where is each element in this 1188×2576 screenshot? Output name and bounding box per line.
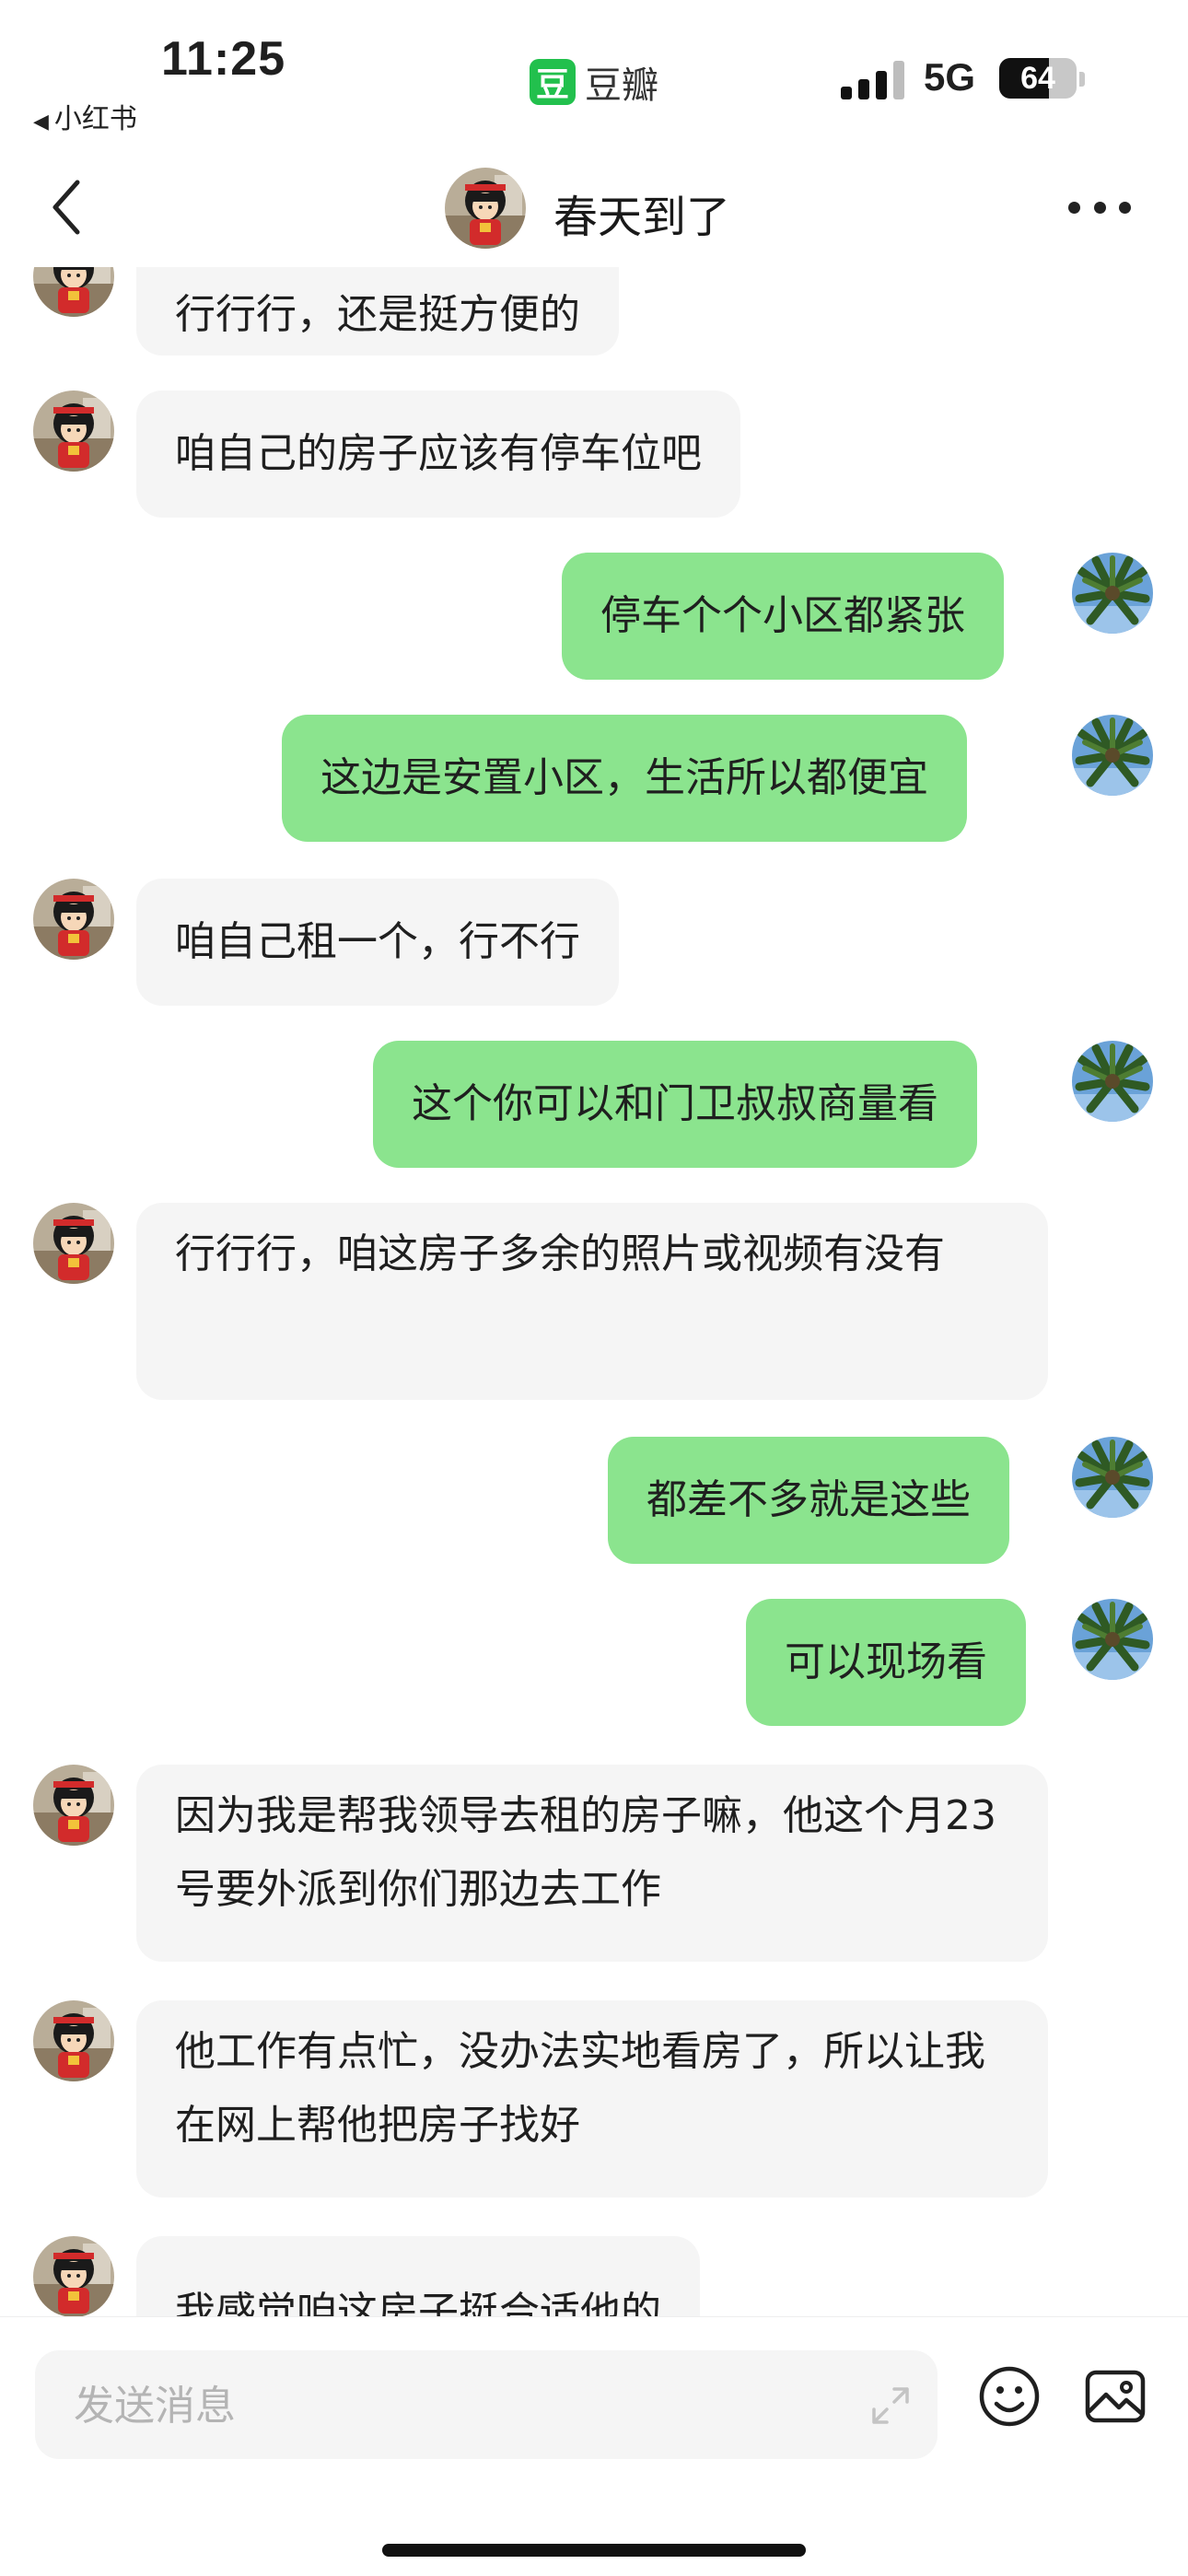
incoming-message-bubble[interactable]: 行行行，还是挺方便的 bbox=[136, 267, 619, 356]
image-picker-icon[interactable] bbox=[1082, 2363, 1148, 2430]
network-type: 5G bbox=[924, 55, 976, 99]
chat-header: 春天到了 bbox=[0, 138, 1188, 276]
contact-avatar[interactable] bbox=[33, 1203, 114, 1284]
more-options-button[interactable] bbox=[1068, 193, 1131, 221]
incoming-message-bubble[interactable]: 咱自己的房子应该有停车位吧 bbox=[136, 390, 740, 518]
douban-app-indicator: 豆 豆瓣 bbox=[530, 55, 658, 109]
contact-avatar[interactable] bbox=[33, 879, 114, 960]
incoming-message-bubble[interactable]: 因为我是帮我领导去租的房子嘛，他这个月23号要外派到你们那边去工作 bbox=[136, 1765, 1048, 1962]
chevron-left-icon bbox=[52, 180, 80, 235]
contact-avatar[interactable] bbox=[33, 390, 114, 472]
outgoing-message-bubble[interactable]: 可以现场看 bbox=[746, 1599, 1026, 1726]
message-list[interactable]: 行行行，还是挺方便的 咱自己的房子应该有停车位吧 停车个个小区都紧张 这边是安置… bbox=[0, 267, 1188, 2316]
incoming-message-bubble[interactable]: 行行行，咱这房子多余的照片或视频有没有 bbox=[136, 1203, 1048, 1400]
back-button[interactable] bbox=[42, 173, 98, 241]
incoming-message-bubble[interactable]: 我感觉咱这房子挺合适他的 bbox=[136, 2236, 700, 2316]
my-avatar[interactable] bbox=[1072, 715, 1153, 796]
my-avatar[interactable] bbox=[1072, 1437, 1153, 1518]
emoji-icon[interactable] bbox=[976, 2363, 1042, 2430]
contact-name[interactable]: 春天到了 bbox=[553, 181, 730, 245]
status-time: 11:25 bbox=[161, 32, 286, 86]
my-avatar[interactable] bbox=[1072, 1599, 1153, 1680]
my-avatar[interactable] bbox=[1072, 553, 1153, 634]
contact-avatar[interactable] bbox=[445, 168, 526, 249]
outgoing-message-bubble[interactable]: 停车个个小区都紧张 bbox=[562, 553, 1004, 680]
app-name: 豆瓣 bbox=[585, 64, 658, 107]
outgoing-message-bubble[interactable]: 都差不多就是这些 bbox=[608, 1437, 1009, 1564]
contact-avatar[interactable] bbox=[33, 2000, 114, 2081]
expand-icon[interactable] bbox=[868, 2384, 913, 2428]
cellular-signal-icon bbox=[841, 61, 907, 99]
more-dots-icon bbox=[1068, 201, 1080, 214]
incoming-message-bubble[interactable]: 咱自己租一个，行不行 bbox=[136, 879, 619, 1006]
contact-avatar[interactable] bbox=[33, 267, 114, 317]
back-app-label: 小红书 bbox=[53, 103, 137, 135]
outgoing-message-bubble[interactable]: 这个你可以和门卫叔叔商量看 bbox=[373, 1041, 977, 1168]
message-input[interactable] bbox=[72, 2350, 831, 2461]
back-to-app-link[interactable]: ◀ 小红书 bbox=[33, 96, 137, 136]
battery-level: 64 bbox=[1020, 61, 1055, 96]
my-avatar[interactable] bbox=[1072, 1041, 1153, 1122]
incoming-message-bubble[interactable]: 他工作有点忙，没办法实地看房了，所以让我在网上帮他把房子找好 bbox=[136, 2000, 1048, 2197]
message-input-container[interactable] bbox=[35, 2350, 938, 2461]
battery-cap bbox=[1079, 72, 1085, 87]
contact-avatar[interactable] bbox=[33, 1765, 114, 1846]
douban-logo-icon: 豆 bbox=[530, 59, 576, 105]
status-bar: 11:25 ◀ 小红书 豆 豆瓣 5G 64 bbox=[0, 0, 1188, 138]
message-composer bbox=[0, 2316, 1188, 2576]
back-triangle-icon: ◀ bbox=[33, 111, 49, 134]
home-indicator bbox=[382, 2544, 806, 2557]
contact-avatar[interactable] bbox=[33, 2236, 114, 2316]
battery-icon: 64 bbox=[999, 58, 1077, 99]
outgoing-message-bubble[interactable]: 这边是安置小区，生活所以都便宜 bbox=[282, 715, 967, 842]
